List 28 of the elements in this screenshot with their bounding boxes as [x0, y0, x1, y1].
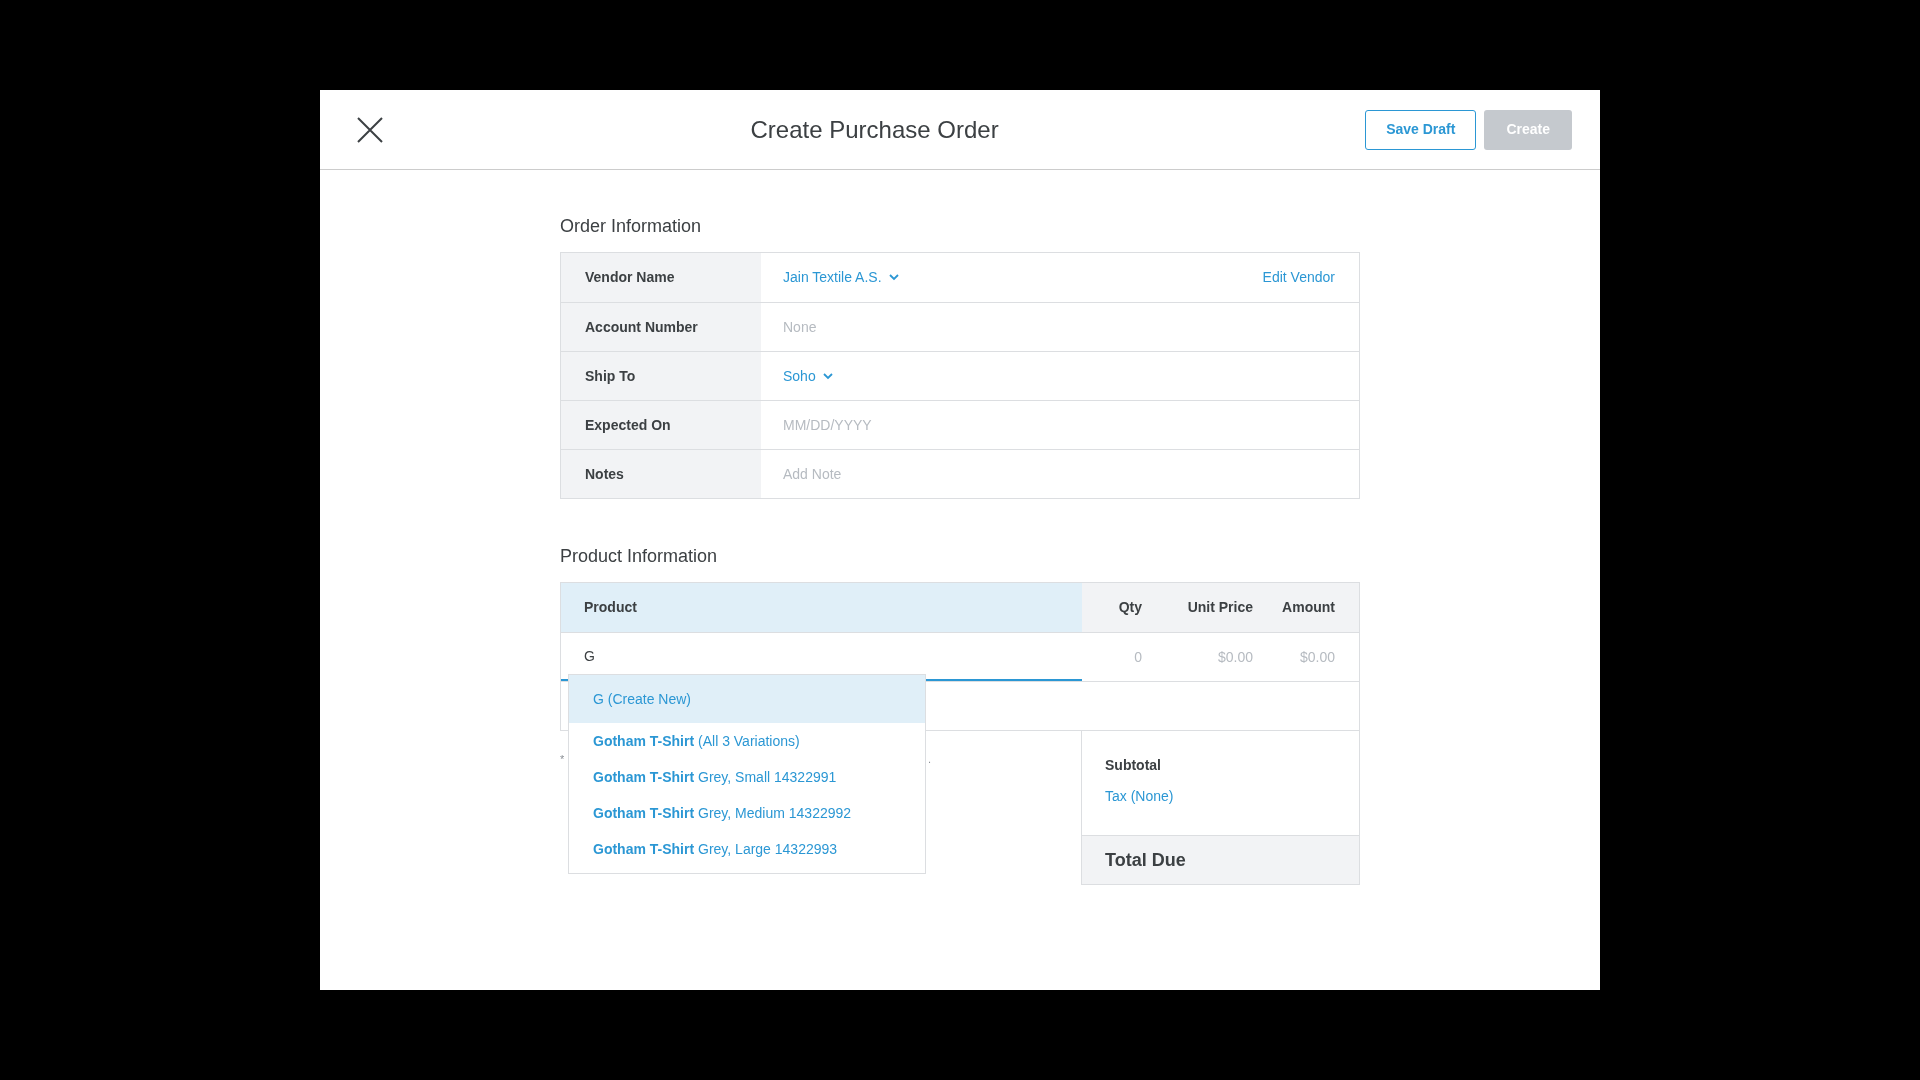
column-header: Unit Price	[1166, 583, 1277, 632]
footnote-text: .	[927, 752, 931, 767]
select-dropdown[interactable]: Jain Textile A.S.	[783, 267, 899, 288]
field-label: Account Number	[561, 303, 761, 351]
chevron-down-icon	[888, 274, 899, 281]
column-header: Amount	[1277, 583, 1359, 632]
close-button[interactable]	[356, 115, 384, 144]
field-label: Ship To	[561, 352, 761, 400]
column-header: Product	[561, 583, 1082, 632]
suggestion-item[interactable]: G (Create New)	[569, 675, 925, 723]
total-due-label: Total Due	[1082, 835, 1359, 884]
field-label: Vendor Name	[561, 253, 761, 302]
unit-price-cell-text: $0.00	[1217, 647, 1253, 667]
tax-link[interactable]: Tax (None)	[1105, 788, 1174, 804]
amount-cell-text: $0.00	[1299, 647, 1335, 667]
subtotal-label: Subtotal	[1105, 756, 1162, 775]
field-label: Notes	[561, 450, 761, 498]
edit-vendor-link[interactable]: Edit Vendor	[1262, 267, 1335, 288]
field-label: Expected On	[561, 401, 761, 449]
qty-cell-text: 0	[1134, 647, 1142, 667]
section-heading: Order Information	[560, 215, 703, 238]
column-header: Qty	[1082, 583, 1166, 632]
section-heading: Product Information	[560, 545, 719, 568]
save-draft-button[interactable]: Save Draft	[1365, 109, 1477, 150]
select-dropdown[interactable]: Soho	[783, 365, 833, 387]
window-title: Create Purchase Order	[750, 114, 999, 145]
footnote-text: *	[560, 752, 565, 767]
chevron-down-icon	[822, 372, 833, 380]
